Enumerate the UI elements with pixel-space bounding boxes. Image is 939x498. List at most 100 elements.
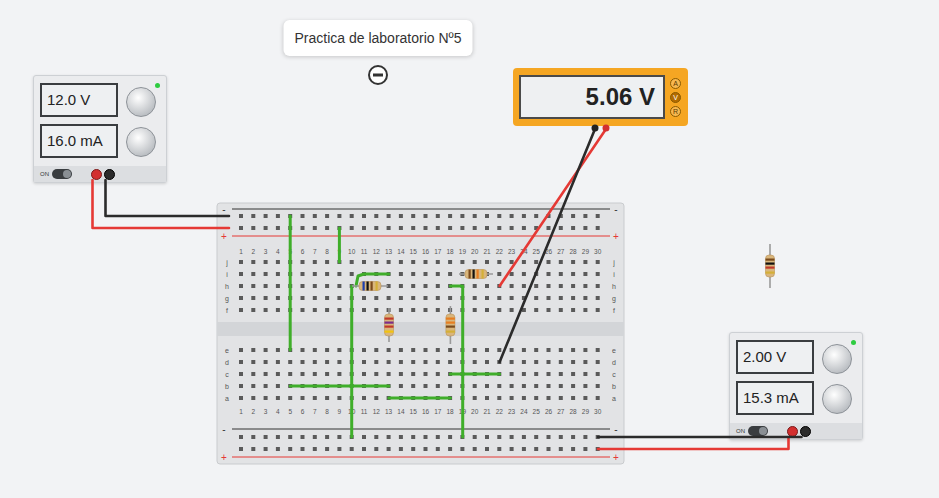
- mode-button[interactable]: V: [670, 92, 681, 103]
- current-knob[interactable]: [126, 127, 156, 157]
- mode-button[interactable]: R: [670, 106, 681, 117]
- multimeter-display: 5.06 V: [519, 75, 665, 119]
- column-label: 28: [569, 408, 577, 415]
- column-label: 12: [373, 408, 381, 415]
- resistor-band: [469, 270, 471, 279]
- row-label: h: [225, 283, 229, 290]
- probe-lead[interactable]: [500, 129, 595, 362]
- jumper-wire[interactable]: [389, 397, 451, 400]
- resistor[interactable]: [459, 270, 493, 279]
- row-label: h: [612, 283, 616, 290]
- jumper-wire[interactable]: [450, 286, 462, 437]
- row-label: e: [225, 347, 229, 354]
- probe-lead[interactable]: [500, 129, 606, 286]
- column-label: 30: [594, 248, 602, 255]
- column-label: 7: [313, 408, 317, 415]
- resistor-band: [482, 270, 484, 279]
- current-display: 15.3 mA: [736, 381, 814, 415]
- power-supply[interactable]: 2.00 V15.3 mAON: [729, 332, 863, 440]
- column-label: 4: [276, 248, 280, 255]
- row-label: c: [225, 371, 229, 378]
- resistor-band: [766, 272, 775, 274]
- row-label: f: [226, 307, 228, 314]
- jumper-wire[interactable]: [290, 385, 389, 388]
- resistor-band: [385, 318, 394, 320]
- column-label: 11: [361, 248, 368, 255]
- row-label: j: [612, 259, 615, 267]
- mode-button[interactable]: A: [670, 78, 681, 89]
- row-label: i: [226, 271, 228, 278]
- positive-terminal[interactable]: [91, 169, 102, 180]
- row-label: e: [612, 347, 616, 354]
- resistor-band: [446, 331, 455, 333]
- negative-terminal[interactable]: [800, 426, 811, 437]
- voltage-display: 2.00 V: [736, 340, 814, 374]
- probe-jack[interactable]: [603, 125, 610, 132]
- column-label: 20: [471, 248, 479, 255]
- column-label: 18: [446, 408, 454, 415]
- column-label: 6: [301, 408, 305, 415]
- resistor-band: [385, 331, 394, 333]
- voltage-knob[interactable]: [822, 344, 852, 374]
- column-label: 2: [251, 248, 255, 255]
- column-label: 15: [410, 408, 418, 415]
- supply-lead[interactable]: [598, 437, 789, 449]
- power-switch[interactable]: [748, 426, 768, 436]
- resistor-band: [477, 270, 479, 279]
- resistor[interactable]: [446, 306, 455, 344]
- row-label: d: [612, 359, 616, 366]
- column-label: 17: [434, 408, 442, 415]
- status-led: [851, 340, 856, 345]
- supply-lead[interactable]: [598, 436, 802, 439]
- resistor-band: [446, 322, 455, 324]
- jumper-wire[interactable]: [350, 286, 353, 437]
- column-label: 6: [301, 248, 305, 255]
- jumper-wire[interactable]: [289, 216, 292, 350]
- column-label: 15: [410, 248, 418, 255]
- resistor[interactable]: [352, 282, 388, 291]
- resistor-band: [367, 282, 369, 291]
- column-label: 21: [483, 408, 491, 415]
- column-label: 13: [385, 408, 393, 415]
- column-label: 29: [582, 408, 590, 415]
- resistor-band: [363, 282, 365, 291]
- row-label: g: [612, 295, 616, 303]
- row-label: b: [225, 383, 229, 390]
- resistor-band: [376, 282, 378, 291]
- tooltip: Practica de laboratorio Nº5: [284, 20, 473, 56]
- rail-sign: +: [613, 231, 619, 242]
- rail-sign: +: [613, 452, 619, 463]
- resistor-band: [385, 326, 394, 328]
- rail-sign: -: [222, 204, 225, 215]
- resistor-band: [446, 326, 455, 328]
- column-label: 30: [594, 408, 602, 415]
- column-label: 23: [508, 248, 516, 255]
- negative-terminal[interactable]: [104, 169, 115, 180]
- supply-lead[interactable]: [93, 180, 230, 228]
- column-label: 19: [459, 248, 467, 255]
- resistor-band: [446, 318, 455, 320]
- column-label: 12: [373, 248, 381, 255]
- current-knob[interactable]: [822, 384, 852, 414]
- column-label: 8: [325, 248, 329, 255]
- column-label: 4: [276, 408, 280, 415]
- column-label: 5: [288, 408, 292, 415]
- supply-lead[interactable]: [106, 180, 230, 216]
- minus-circle-icon[interactable]: [367, 64, 389, 86]
- column-label: 26: [545, 248, 553, 255]
- jumper-wire[interactable]: [338, 228, 341, 262]
- row-label: g: [225, 295, 229, 303]
- column-label: 8: [325, 408, 329, 415]
- rail-sign: +: [221, 452, 227, 463]
- positive-terminal[interactable]: [787, 426, 798, 437]
- power-supply[interactable]: 12.0 V16.0 mAON: [33, 75, 167, 183]
- voltage-knob[interactable]: [126, 87, 156, 117]
- row-label: b: [612, 383, 616, 390]
- probe-jack[interactable]: [592, 125, 599, 132]
- resistor[interactable]: [766, 244, 775, 288]
- jumper-wire[interactable]: [450, 373, 499, 376]
- resistor[interactable]: [385, 308, 394, 342]
- power-switch[interactable]: [52, 169, 72, 179]
- multimeter[interactable]: 5.06 V AVR: [513, 68, 688, 126]
- voltage-display: 12.0 V: [40, 83, 118, 117]
